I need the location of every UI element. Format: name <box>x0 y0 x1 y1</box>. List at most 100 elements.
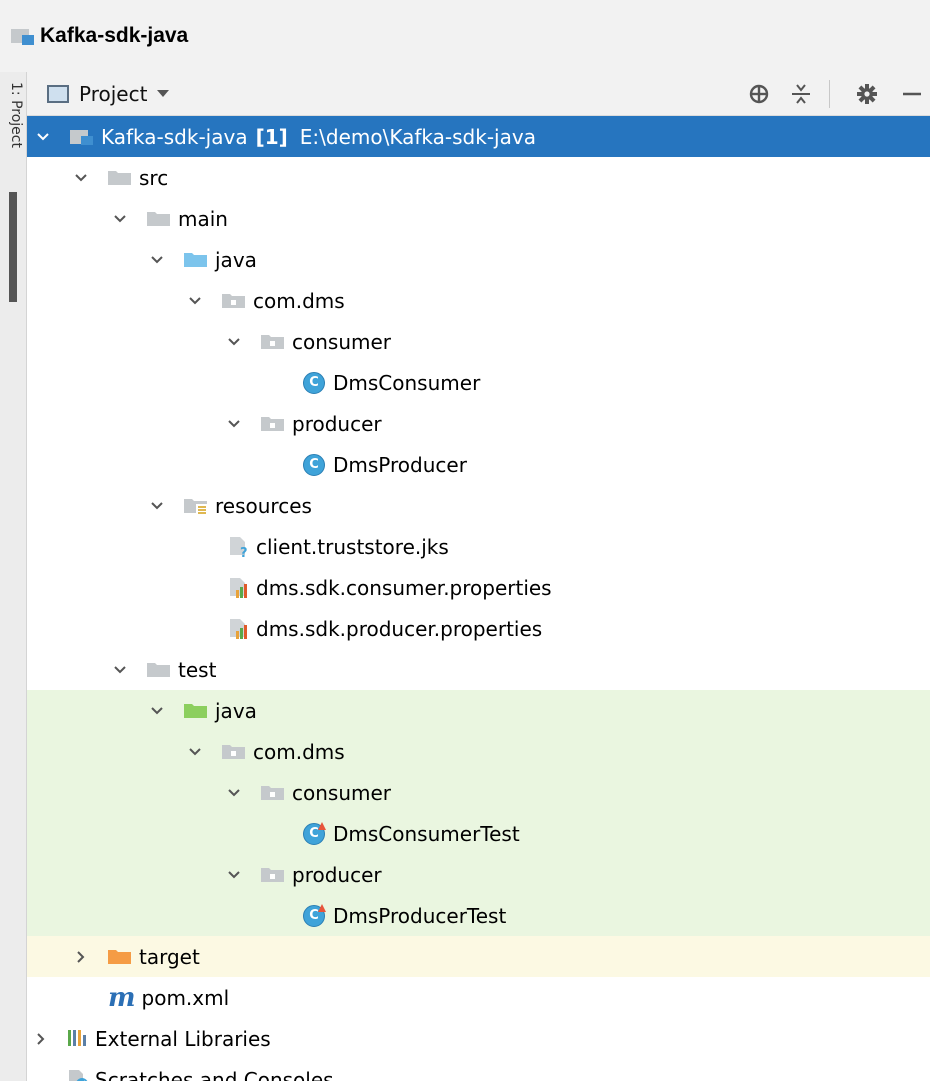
tree-item-label: producer <box>292 862 382 887</box>
tree-item-label: client.truststore.jks <box>256 534 449 559</box>
tree-row-test-consumer-class[interactable]: C DmsConsumerTest <box>27 813 930 854</box>
chevron-down-icon[interactable] <box>226 416 242 432</box>
tree-item-label: main <box>178 206 228 231</box>
chevron-down-icon[interactable] <box>149 498 165 514</box>
maven-icon: m <box>108 982 136 1013</box>
tree-row-main-package[interactable]: com.dms <box>27 280 930 321</box>
tree-item-label: Scratches and Consoles <box>95 1067 334 1081</box>
tree-item-label: com.dms <box>253 739 345 764</box>
folder-icon <box>146 660 172 680</box>
tree-row-pom[interactable]: m pom.xml <box>27 977 930 1018</box>
tree-row-resource-file[interactable]: dms.sdk.producer.properties <box>27 608 930 649</box>
properties-file-icon <box>228 617 250 641</box>
test-class-icon: C <box>303 903 326 927</box>
tree-row-root[interactable]: Kafka-sdk-java [1] E:\demo\Kafka-sdk-jav… <box>27 116 930 157</box>
toolbar-separator <box>829 80 830 108</box>
project-tree: Kafka-sdk-java [1] E:\demo\Kafka-sdk-jav… <box>27 116 930 1081</box>
tree-row-scratches[interactable]: Scratches and Consoles <box>27 1059 930 1081</box>
tree-item-label: pom.xml <box>141 985 230 1010</box>
view-selector-dropdown[interactable]: Project <box>47 78 170 110</box>
tree-row-main[interactable]: main <box>27 198 930 239</box>
tree-item-label: test <box>178 657 217 682</box>
excluded-folder-icon <box>107 947 133 967</box>
chevron-down-icon <box>157 90 170 97</box>
folder-icon <box>146 209 172 229</box>
tree-row-src[interactable]: src <box>27 157 930 198</box>
tree-row-main-producer-class[interactable]: C DmsProducer <box>27 444 930 485</box>
chevron-down-icon[interactable] <box>226 334 242 350</box>
module-folder-icon <box>69 127 95 147</box>
package-icon <box>260 414 286 434</box>
package-icon <box>221 742 247 762</box>
collapse-all-button[interactable] <box>785 78 817 110</box>
folder-icon <box>107 168 133 188</box>
hide-button[interactable] <box>895 78 927 110</box>
module-tag: [1] <box>255 124 288 149</box>
tree-item-label: consumer <box>292 780 392 805</box>
tree-row-test-producer-class[interactable]: C DmsProducerTest <box>27 895 930 936</box>
chevron-down-icon[interactable] <box>112 211 128 227</box>
test-class-icon: C <box>303 821 326 845</box>
package-icon <box>221 291 247 311</box>
tree-row-external-libraries[interactable]: External Libraries <box>27 1018 930 1059</box>
window-title: Kafka-sdk-java <box>40 24 189 47</box>
tree-item-label: DmsProducer <box>333 452 467 477</box>
project-icon <box>10 27 36 45</box>
tree-row-test-package[interactable]: com.dms <box>27 731 930 772</box>
tree-item-label: producer <box>292 411 382 436</box>
tree-item-label: DmsConsumerTest <box>333 821 520 846</box>
unknown-file-icon: ? <box>228 535 250 561</box>
locate-button[interactable] <box>743 78 775 110</box>
tree-row-main-java[interactable]: java <box>27 239 930 280</box>
project-tool-tab-label: 1: Project <box>8 82 24 148</box>
view-selector-label: Project <box>79 81 148 106</box>
tree-row-main-producer[interactable]: producer <box>27 403 930 444</box>
chevron-down-icon[interactable] <box>187 293 203 309</box>
chevron-right-icon[interactable] <box>73 949 89 965</box>
tree-item-label: resources <box>215 493 312 518</box>
chevron-down-icon[interactable] <box>149 703 165 719</box>
test-source-folder-icon <box>183 701 209 721</box>
project-toolbar: Project <box>27 72 930 116</box>
package-icon <box>260 332 286 352</box>
library-icon <box>67 1027 89 1051</box>
chevron-down-icon[interactable] <box>35 129 51 145</box>
svg-text:?: ? <box>240 546 248 559</box>
tree-item-label: dms.sdk.producer.properties <box>256 616 543 641</box>
source-folder-icon <box>183 250 209 270</box>
tree-row-resource-file[interactable]: dms.sdk.consumer.properties <box>27 567 930 608</box>
class-icon: C <box>303 453 325 476</box>
tree-row-resource-file[interactable]: ? client.truststore.jks <box>27 526 930 567</box>
tree-item-label: dms.sdk.consumer.properties <box>256 575 552 600</box>
scratches-icon <box>67 1068 89 1081</box>
chevron-right-icon[interactable] <box>33 1031 49 1047</box>
chevron-down-icon[interactable] <box>226 785 242 801</box>
tree-item-label: target <box>139 944 200 969</box>
tree-row-main-consumer[interactable]: consumer <box>27 321 930 362</box>
package-icon <box>260 865 286 885</box>
resources-folder-icon <box>183 496 209 517</box>
chevron-down-icon[interactable] <box>149 252 165 268</box>
chevron-down-icon[interactable] <box>226 867 242 883</box>
gear-icon <box>857 84 877 104</box>
side-scrollbar[interactable] <box>9 192 17 302</box>
tree-row-target[interactable]: target <box>27 936 930 977</box>
chevron-down-icon[interactable] <box>112 662 128 678</box>
tree-row-resources[interactable]: resources <box>27 485 930 526</box>
tree-row-test[interactable]: test <box>27 649 930 690</box>
tree-item-label: java <box>215 698 257 723</box>
tree-item-label: DmsConsumer <box>333 370 481 395</box>
tree-row-test-consumer[interactable]: consumer <box>27 772 930 813</box>
tree-row-main-consumer-class[interactable]: C DmsConsumer <box>27 362 930 403</box>
chevron-down-icon[interactable] <box>187 744 203 760</box>
chevron-down-icon[interactable] <box>73 170 89 186</box>
class-icon: C <box>303 371 325 394</box>
root-module-name: Kafka-sdk-java <box>101 124 248 149</box>
tree-item-label: src <box>139 165 169 190</box>
tree-item-label: com.dms <box>253 288 345 313</box>
minimize-icon <box>903 92 921 96</box>
tree-row-test-java[interactable]: java <box>27 690 930 731</box>
tree-row-test-producer[interactable]: producer <box>27 854 930 895</box>
crosshair-icon <box>749 84 769 104</box>
settings-button[interactable] <box>851 78 883 110</box>
